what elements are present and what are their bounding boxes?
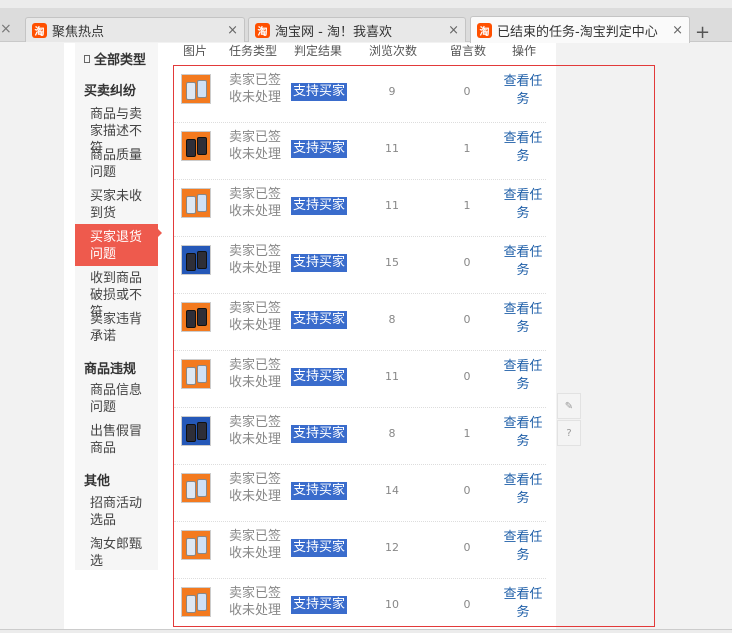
tab-focus-news[interactable]: 淘 聚焦热点 × [25,17,245,42]
tab-title: 已结束的任务-淘宝判定中心 [497,24,658,40]
tab-close-icon[interactable]: × [672,23,683,38]
list-icon [84,54,90,63]
sidebar-item-not-received[interactable]: 买家未收到货 [90,188,154,222]
taobao-favicon-icon: 淘 [32,22,47,38]
sidebar-item-counterfeit[interactable]: 出售假冒商品 [90,423,154,457]
column-header-messages: 留言数 [450,44,487,56]
tab-title: 聚焦热点 [52,24,105,40]
tab-judgment-center[interactable]: 淘 已结束的任务-淘宝判定中心 × [470,16,690,43]
close-icon[interactable]: × [0,21,12,37]
tab-title: 淘宝网 - 淘！我喜欢 [275,24,392,40]
sidebar-item-product-info[interactable]: 商品信息问题 [90,382,154,416]
column-header-action: 操作 [512,44,537,56]
pencil-icon[interactable]: ✎ [557,393,581,419]
sidebar-group-title: 商品违规 [84,362,137,377]
sidebar-header[interactable]: 全部类型 [84,49,146,68]
sidebar-item-quality[interactable]: 商品质量问题 [90,147,154,181]
tab-taobao-home[interactable]: 淘 淘宝网 - 淘！我喜欢 × [248,17,466,42]
column-header-views: 浏览次数 [369,44,418,56]
taobao-favicon-icon: 淘 [255,22,270,38]
help-icon[interactable]: ? [557,420,581,446]
active-pointer-icon [158,229,162,237]
sidebar-item-campaign-selection[interactable]: 招商活动选品 [90,495,154,529]
selection-outline [173,65,655,627]
column-header-result: 判定结果 [294,44,343,56]
sidebar-item-model-selection[interactable]: 淘女郎甄选 [90,536,154,570]
sidebar-item-broken-promise[interactable]: 卖家违背承诺 [90,311,154,345]
sidebar-item-return[interactable]: 买家退货问题 [90,229,154,263]
taobao-favicon-icon: 淘 [477,22,492,38]
bookmarks-bar [0,0,732,8]
sidebar-header-label: 全部类型 [94,53,147,68]
new-tab-icon[interactable]: + [695,22,710,43]
tab-bar: × 淘 聚焦热点 × 淘 淘宝网 - 淘！我喜欢 × 淘 已结束的任务-淘宝判定… [0,8,732,43]
tab-close-icon[interactable]: × [448,23,459,38]
column-header-image: 图片 [183,44,208,56]
status-bar [0,629,732,633]
sidebar-group-title: 买卖纠纷 [84,84,137,99]
tab-close-icon[interactable]: × [227,23,238,38]
column-header-task-type: 任务类型 [229,44,278,56]
sidebar-group-title: 其他 [84,474,111,489]
